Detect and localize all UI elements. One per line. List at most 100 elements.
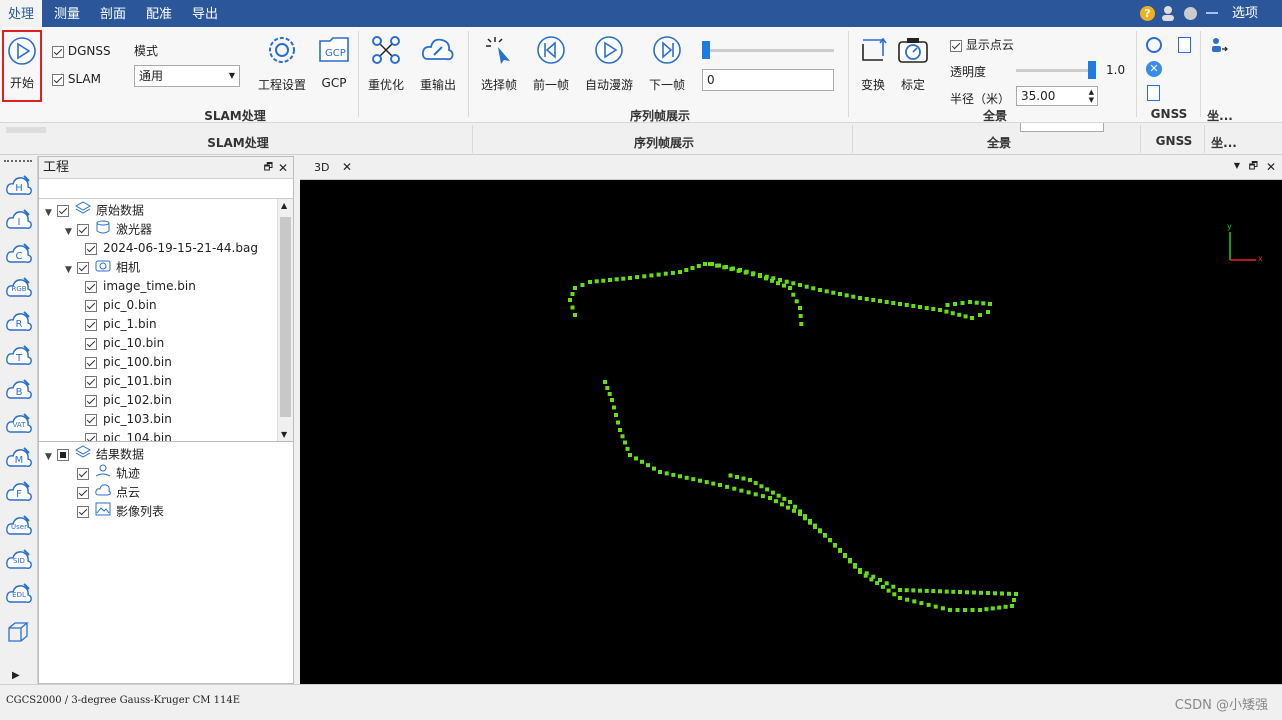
tree-item[interactable]: 点云 bbox=[65, 483, 140, 502]
tree-checkbox[interactable] bbox=[85, 280, 97, 293]
tree-checkbox[interactable] bbox=[85, 356, 97, 369]
cloud-tool-icon-0[interactable]: H bbox=[6, 174, 32, 198]
help-icon[interactable]: ? bbox=[1140, 6, 1155, 21]
cloud-tool-icon-1[interactable]: I bbox=[6, 208, 32, 232]
tree-item[interactable]: pic_102.bin bbox=[85, 391, 172, 410]
menu-process[interactable]: 处理 bbox=[0, 0, 43, 27]
tree-scrollbar[interactable]: ▲ ▼ bbox=[277, 199, 293, 441]
tree-item[interactable]: pic_104.bin bbox=[85, 429, 172, 441]
scroll-down-icon[interactable]: ▼ bbox=[281, 430, 287, 439]
transform-button[interactable]: 变换 bbox=[854, 33, 892, 93]
cloud-tool-icon-11[interactable]: SID bbox=[6, 548, 32, 572]
project-search[interactable] bbox=[39, 179, 293, 199]
tree-checkbox[interactable] bbox=[85, 318, 97, 331]
tree-item[interactable]: 2024-06-19-15-21-44.bag bbox=[85, 239, 258, 258]
frame-slider[interactable] bbox=[702, 41, 834, 59]
show-cloud-check[interactable] bbox=[950, 39, 962, 52]
tree-item[interactable]: pic_1.bin bbox=[85, 315, 157, 334]
auto-roam-button[interactable]: 自动漫游 bbox=[582, 33, 636, 93]
project-settings-button[interactable]: 工程设置 bbox=[256, 33, 308, 93]
tree-checkbox[interactable] bbox=[77, 224, 89, 236]
tree-item[interactable]: pic_100.bin bbox=[85, 353, 172, 372]
tab-3d[interactable]: 3D bbox=[314, 161, 329, 174]
tree-checkbox[interactable] bbox=[85, 413, 97, 426]
frame-slider-thumb[interactable] bbox=[702, 41, 710, 59]
menu-export[interactable]: 导出 bbox=[184, 0, 226, 27]
tree-item[interactable]: ▼ 原始数据 bbox=[45, 201, 144, 220]
tab-close-icon[interactable]: ✕ bbox=[342, 160, 352, 174]
3d-viewport[interactable]: y x bbox=[300, 180, 1282, 684]
tree-checkbox[interactable] bbox=[85, 394, 97, 407]
spin-arrows-icon[interactable]: ▲ ▼ bbox=[1089, 88, 1094, 104]
radius-spinbox[interactable]: 35.00 ▲ ▼ bbox=[1016, 86, 1098, 106]
cloud-tool-icon-10[interactable]: User bbox=[6, 514, 32, 538]
gcp-button[interactable]: GCP GCP bbox=[314, 33, 354, 93]
tree-checkbox[interactable] bbox=[77, 262, 89, 274]
start-button[interactable]: 开始 bbox=[2, 30, 42, 102]
calibrate-button[interactable]: 标定 bbox=[894, 33, 932, 93]
cloud-tool-icon-3[interactable]: RGB bbox=[6, 276, 32, 300]
cloud-tool-icon-9[interactable]: F bbox=[6, 480, 32, 504]
gnss-doc-icon[interactable] bbox=[1147, 85, 1160, 101]
tree-checkbox[interactable] bbox=[77, 506, 89, 518]
menu-measure[interactable]: 测量 bbox=[46, 0, 88, 27]
coord-tool-icon[interactable] bbox=[1210, 37, 1228, 53]
tree-checkbox[interactable] bbox=[57, 449, 69, 461]
tree-checkbox[interactable] bbox=[85, 299, 97, 312]
tree-checkbox[interactable] bbox=[77, 468, 89, 480]
menu-register[interactable]: 配准 bbox=[138, 0, 180, 27]
tree-checkbox[interactable] bbox=[85, 242, 97, 255]
expand-arrow-icon[interactable]: ▶ bbox=[12, 670, 20, 681]
tree-checkbox[interactable] bbox=[77, 487, 89, 499]
expand-arrow-icon[interactable]: ▼ bbox=[65, 223, 77, 242]
tab-close-view-icon[interactable]: ✕ bbox=[1266, 160, 1276, 174]
cloud-tool-icon-7[interactable]: VAT bbox=[6, 412, 32, 436]
tree-item[interactable]: ▼ 相机 bbox=[65, 258, 140, 277]
gnss-remove-icon[interactable]: ✕ bbox=[1146, 61, 1162, 77]
minimize-ribbon-icon[interactable] bbox=[1206, 12, 1218, 14]
options-menu[interactable]: 选项 bbox=[1232, 0, 1258, 28]
cloud-tool-icon-12[interactable]: EDL bbox=[6, 582, 32, 606]
cloud-tool-icon-4[interactable]: R bbox=[6, 310, 32, 334]
float-panel-icon[interactable]: 🗗 bbox=[264, 157, 273, 179]
dgnss-checkbox[interactable]: DGNSS bbox=[52, 44, 111, 58]
tree-item[interactable]: pic_0.bin bbox=[85, 296, 157, 315]
scroll-thumb[interactable] bbox=[280, 217, 291, 417]
prev-frame-button[interactable]: 前一帧 bbox=[528, 33, 574, 93]
cloud-tool-icon-5[interactable]: T bbox=[6, 344, 32, 368]
expand-arrow-icon[interactable]: ▼ bbox=[45, 448, 57, 467]
tree-item[interactable]: pic_10.bin bbox=[85, 334, 164, 353]
opacity-slider-thumb[interactable] bbox=[1088, 61, 1096, 79]
reexport-button[interactable]: 重输出 bbox=[414, 33, 462, 93]
tab-float-icon[interactable]: 🗗 bbox=[1249, 159, 1258, 176]
select-frame-button[interactable]: 选择帧 bbox=[476, 33, 522, 93]
expand-arrow-icon[interactable]: ▼ bbox=[45, 204, 57, 223]
show-cloud-checkbox[interactable]: 显示点云 bbox=[950, 36, 1014, 53]
close-panel-icon[interactable]: ✕ bbox=[278, 157, 288, 179]
opacity-slider[interactable] bbox=[1016, 61, 1096, 79]
tree-item[interactable]: image_time.bin bbox=[85, 277, 196, 296]
menu-profile[interactable]: 剖面 bbox=[92, 0, 134, 27]
tree-item[interactable]: pic_103.bin bbox=[85, 410, 172, 429]
gnss-globe-icon[interactable] bbox=[1146, 37, 1162, 53]
cloud-tool-icon-2[interactable]: C bbox=[6, 242, 32, 266]
dgnss-check[interactable] bbox=[52, 45, 64, 58]
tree-item[interactable]: 轨迹 bbox=[65, 464, 140, 483]
gnss-file-icon[interactable] bbox=[1178, 37, 1191, 53]
cloud-tool-icon-8[interactable]: M bbox=[6, 446, 32, 470]
cube-view-icon[interactable] bbox=[6, 620, 30, 644]
mode-select[interactable]: 通用 ▼ bbox=[134, 65, 240, 87]
expand-arrow-icon[interactable]: ▼ bbox=[65, 261, 77, 280]
next-frame-button[interactable]: 下一帧 bbox=[644, 33, 690, 93]
tree-item[interactable]: 影像列表 bbox=[65, 502, 164, 521]
reoptimize-button[interactable]: 重优化 bbox=[362, 33, 410, 93]
scroll-up-icon[interactable]: ▲ bbox=[281, 201, 287, 210]
cloud-tool-icon-6[interactable]: B bbox=[6, 378, 32, 402]
slam-check[interactable] bbox=[52, 73, 64, 86]
tree-item[interactable]: pic_101.bin bbox=[85, 372, 172, 391]
frame-input[interactable]: 0 bbox=[702, 69, 834, 91]
tree-checkbox[interactable] bbox=[85, 432, 97, 441]
user-icon[interactable] bbox=[1161, 5, 1175, 21]
tree-item[interactable]: ▼ 结果数据 bbox=[45, 445, 144, 464]
tree-item[interactable]: ▼ 激光器 bbox=[65, 220, 152, 239]
